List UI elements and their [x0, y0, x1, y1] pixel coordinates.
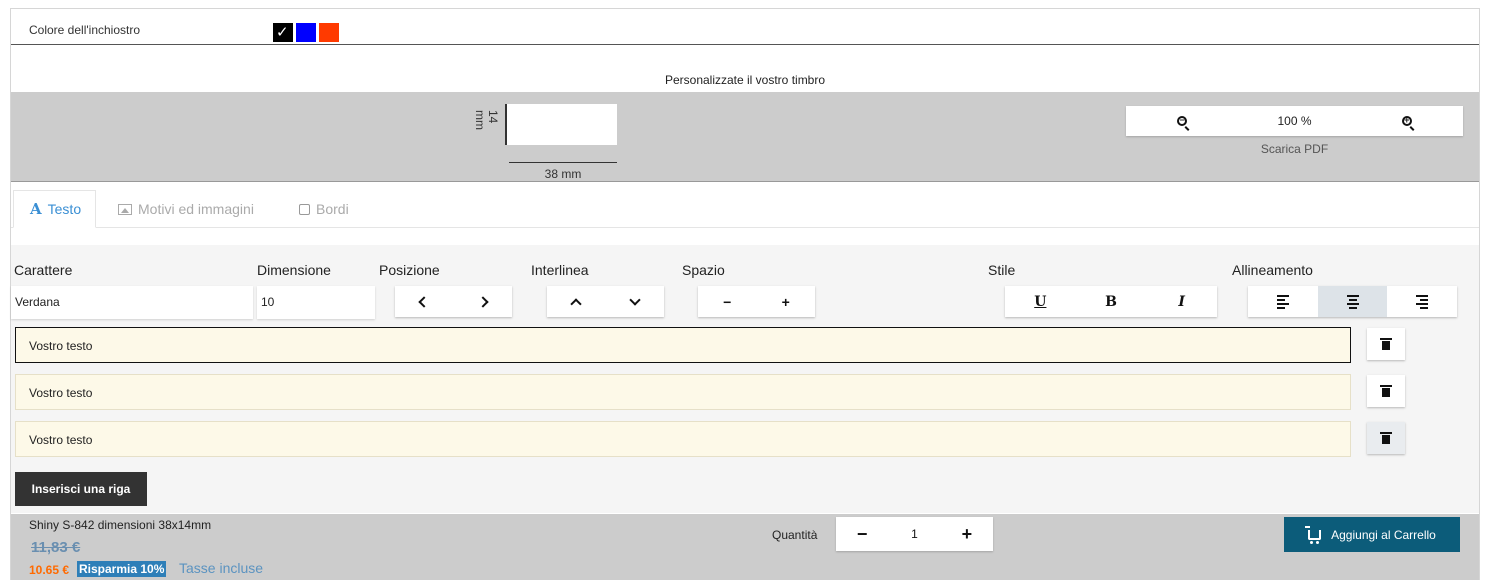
quantity-increase-button[interactable]: + — [941, 517, 993, 551]
chevron-up-icon — [570, 297, 582, 310]
move-left-button[interactable] — [395, 286, 454, 317]
text-line-input-3[interactable]: Vostro testo — [15, 421, 1351, 457]
alignment-controls — [1248, 286, 1457, 317]
ink-color-row: Colore dell'inchiostro ✓ — [11, 9, 1479, 45]
ink-swatch-blue[interactable] — [296, 23, 316, 42]
stamp-preview-canvas: 14 mm 38 mm − 100 % + Scarica PDF — [11, 92, 1479, 182]
underline-button[interactable]: U — [1005, 286, 1076, 317]
line-spacing-label: Interlinea — [531, 262, 589, 278]
cart-icon — [1305, 525, 1322, 544]
minus-icon: − — [856, 523, 868, 544]
quantity-label: Quantità — [772, 528, 818, 542]
quantity-value[interactable]: 1 — [888, 517, 940, 551]
position-label: Posizione — [379, 262, 440, 278]
download-pdf-link[interactable]: Scarica PDF — [1126, 142, 1463, 156]
italic-button[interactable]: I — [1146, 286, 1217, 317]
product-footer: Shiny S-842 dimensioni 38x14mm 11,83 € 1… — [11, 514, 1479, 580]
tab-label: Testo — [47, 201, 82, 217]
spacing-controls: − + — [698, 286, 815, 317]
zoom-in-icon: + — [1401, 115, 1412, 126]
align-left-button[interactable] — [1248, 286, 1318, 317]
preview-title: Personalizzate il vostro timbro — [664, 73, 826, 87]
ink-swatch-black[interactable]: ✓ — [273, 23, 293, 42]
position-controls — [395, 286, 512, 317]
chevron-left-icon — [418, 295, 430, 308]
stamp-preview[interactable] — [505, 104, 617, 145]
trash-icon — [1380, 337, 1392, 350]
zoom-out-icon: − — [1177, 115, 1188, 126]
check-icon: ✓ — [276, 23, 289, 41]
move-right-button[interactable] — [454, 286, 513, 317]
font-select[interactable]: Verdana — [11, 286, 253, 319]
new-price: 10.65 € — [29, 563, 70, 577]
style-controls: U B I — [1005, 286, 1217, 317]
text-editor-panel: Carattere Dimensione Posizione Interline… — [11, 245, 1479, 513]
tab-label: Motivi ed immagini — [138, 201, 254, 217]
product-name: Shiny S-842 dimensioni 38x14mm — [29, 518, 212, 532]
font-label: Carattere — [14, 262, 73, 278]
style-label: Stile — [988, 262, 1016, 278]
size-label: Dimensione — [257, 262, 331, 278]
plus-icon: + — [781, 293, 790, 310]
ink-color-label: Colore dell'inchiostro — [29, 23, 141, 37]
ink-swatch-red[interactable] — [319, 23, 339, 42]
align-left-icon — [1276, 294, 1289, 309]
old-price: 11,83 € — [31, 539, 81, 556]
line-spacing-controls — [547, 286, 664, 317]
spacing-minus-button[interactable]: − — [698, 286, 757, 317]
chevron-down-icon — [629, 293, 641, 306]
align-right-icon — [1416, 294, 1429, 309]
alignment-label: Allineamento — [1232, 262, 1313, 278]
zoom-controls: − 100 % + — [1126, 106, 1463, 136]
zoom-in-button[interactable]: + — [1351, 106, 1463, 136]
delete-line-3-button[interactable] — [1367, 422, 1405, 454]
tax-label: Tasse incluse — [179, 560, 264, 576]
text-line-input-1[interactable]: Vostro testo — [15, 327, 1351, 363]
underline-icon: U — [1034, 293, 1047, 310]
tab-label: Bordi — [316, 201, 349, 217]
stamp-width-label: 38 mm — [544, 167, 582, 181]
line-spacing-down-button[interactable] — [606, 286, 665, 317]
plus-icon: + — [961, 523, 973, 544]
add-line-button[interactable]: Inserisci una riga — [15, 472, 147, 506]
delete-line-1-button[interactable] — [1367, 328, 1405, 360]
stamp-height-label: 14 mm — [473, 110, 500, 130]
bold-button[interactable]: B — [1076, 286, 1147, 317]
align-right-button[interactable] — [1387, 286, 1457, 317]
bold-icon: B — [1105, 293, 1117, 310]
checkbox-icon — [299, 203, 310, 215]
image-icon — [118, 203, 132, 215]
zoom-level: 100 % — [1277, 114, 1312, 128]
text-a-icon: A — [30, 200, 42, 218]
stamp-customizer: Colore dell'inchiostro ✓ Personalizzate … — [10, 8, 1480, 580]
editor-tabs: A Testo Motivi ed immagini Bordi — [11, 190, 1479, 228]
minus-icon: − — [723, 293, 732, 310]
trash-icon — [1380, 431, 1392, 444]
trash-icon — [1380, 384, 1392, 397]
align-center-icon — [1346, 294, 1359, 309]
delete-line-2-button[interactable] — [1367, 375, 1405, 407]
font-size-input[interactable]: 10 — [257, 286, 375, 319]
quantity-stepper: − 1 + — [836, 517, 993, 551]
tab-motivi-immagini[interactable]: Motivi ed immagini — [102, 190, 270, 228]
width-dimension-line — [509, 162, 617, 163]
chevron-right-icon — [477, 295, 489, 308]
italic-icon: I — [1178, 293, 1185, 310]
spacing-plus-button[interactable]: + — [757, 286, 816, 317]
text-line-input-2[interactable]: Vostro testo — [15, 374, 1351, 410]
tab-testo[interactable]: A Testo — [13, 190, 96, 228]
align-center-button[interactable] — [1317, 286, 1388, 317]
add-to-cart-label: Aggiungi al Carrello — [1331, 527, 1436, 542]
tab-bordi[interactable]: Bordi — [283, 190, 365, 228]
add-to-cart-button[interactable]: Aggiungi al Carrello — [1284, 517, 1460, 552]
quantity-decrease-button[interactable]: − — [836, 517, 888, 551]
zoom-out-button[interactable]: − — [1126, 106, 1238, 136]
spacing-label: Spazio — [682, 262, 725, 278]
line-spacing-up-button[interactable] — [547, 286, 606, 317]
discount-badge: Risparmia 10% — [77, 561, 167, 577]
